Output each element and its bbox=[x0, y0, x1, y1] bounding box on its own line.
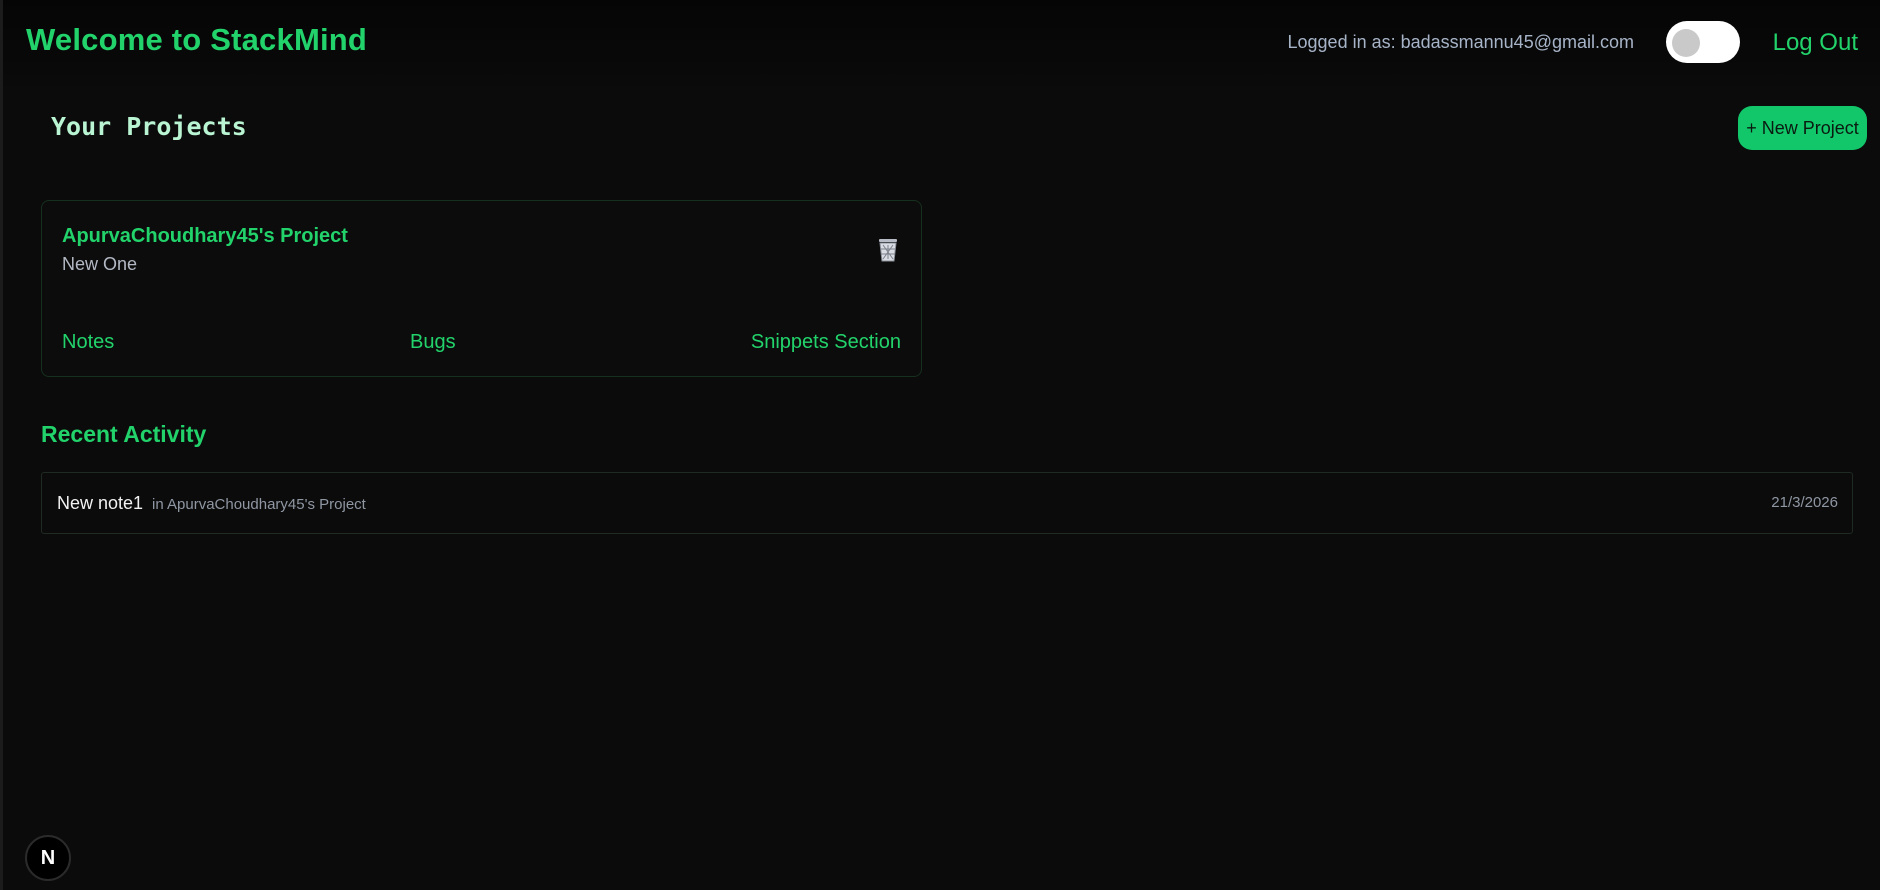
activity-date: 21/3/2026 bbox=[1771, 494, 1838, 511]
window-left-edge bbox=[0, 0, 3, 890]
project-description: New One bbox=[62, 254, 138, 274]
projects-heading: Your Projects bbox=[51, 112, 247, 141]
project-name[interactable]: ApurvaChoudhary45's Project bbox=[62, 225, 348, 248]
activity-project-context: in ApurvaChoudhary45's Project bbox=[152, 496, 366, 513]
activity-title: New note1 bbox=[57, 493, 144, 513]
recent-activity-heading: Recent Activity bbox=[41, 421, 207, 447]
bugs-link[interactable]: Bugs bbox=[410, 331, 456, 354]
theme-toggle[interactable] bbox=[1666, 21, 1740, 63]
top-header: Welcome to StackMind Logged in as: badas… bbox=[3, 0, 1880, 86]
project-card: ApurvaChoudhary45's Project New One Note… bbox=[41, 200, 922, 377]
activity-item[interactable]: New note1 in ApurvaChoudhary45's Project… bbox=[41, 472, 1853, 534]
logged-in-status: Logged in as: badassmannu45@gmail.com bbox=[1287, 32, 1634, 52]
app-title: Welcome to StackMind bbox=[26, 22, 368, 57]
notes-link[interactable]: Notes bbox=[62, 331, 114, 354]
snippets-link[interactable]: Snippets Section bbox=[751, 331, 901, 354]
trash-icon[interactable] bbox=[876, 237, 900, 263]
nextjs-logo-icon[interactable]: N bbox=[25, 835, 71, 881]
logout-button[interactable]: Log Out bbox=[1773, 29, 1858, 57]
dashboard-page: Welcome to StackMind Logged in as: badas… bbox=[0, 0, 1880, 890]
new-project-button[interactable]: + New Project bbox=[1738, 106, 1867, 150]
toggle-knob bbox=[1672, 29, 1700, 57]
